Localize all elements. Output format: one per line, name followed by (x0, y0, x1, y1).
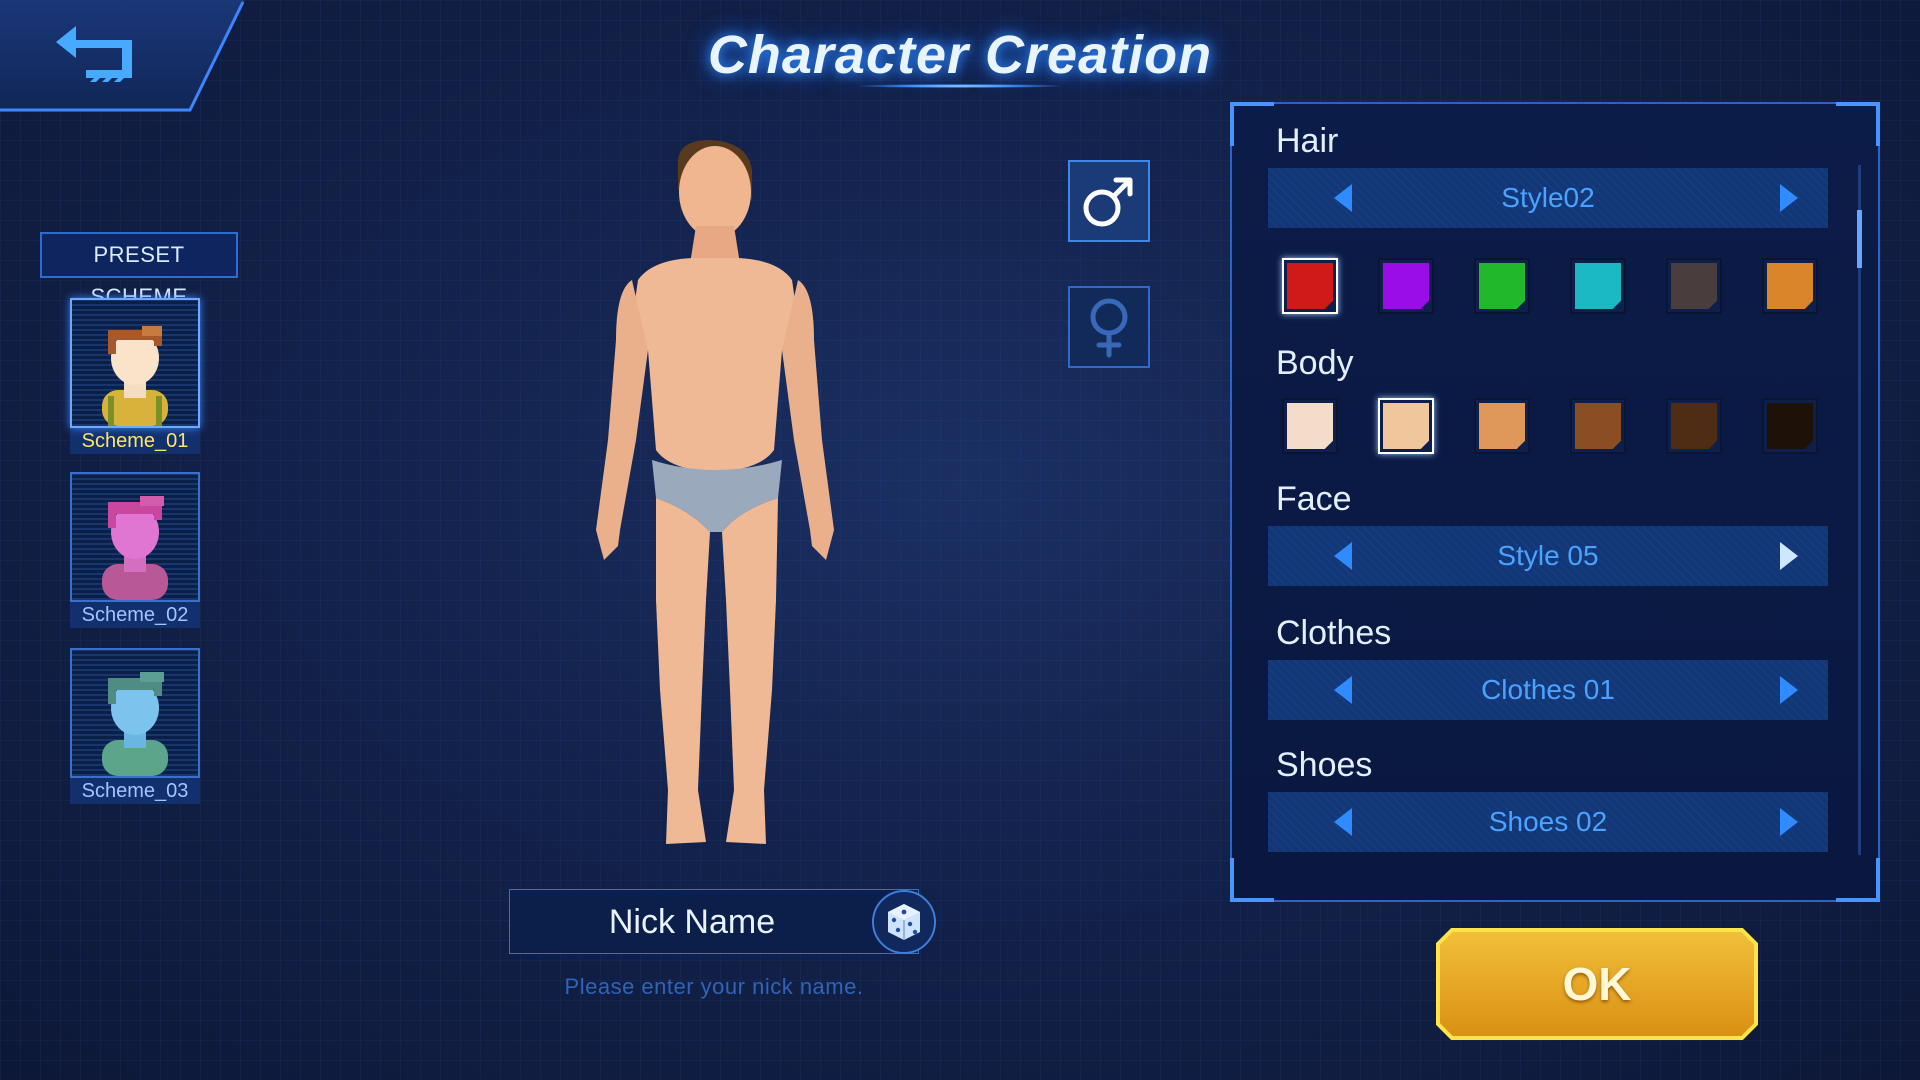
scheme-01-portrait (70, 298, 200, 428)
preset-scheme-label: PRESET SCHEME (40, 232, 238, 309)
face-style-value: Style 05 (1497, 540, 1599, 571)
hair-color-fill (1575, 263, 1621, 309)
scheme-03-portrait (70, 648, 200, 778)
nickname-field-frame (509, 889, 919, 955)
face-style-selector: Style 05 (1268, 526, 1828, 586)
body-color-swatch[interactable] (1282, 398, 1338, 454)
clothes-style-value: Clothes 01 (1481, 674, 1615, 705)
hair-color-swatch[interactable] (1762, 258, 1818, 314)
scheme-01-button[interactable]: Scheme_01 (70, 298, 200, 454)
body-color-fill (1671, 403, 1717, 449)
character-model (596, 140, 834, 844)
shoes-style-value: Shoes 02 (1488, 806, 1608, 837)
hair-next-arrow-icon[interactable] (1776, 184, 1800, 212)
face-next-arrow-icon[interactable] (1776, 542, 1800, 570)
random-name-button[interactable] (872, 890, 936, 954)
panel-corner (1836, 102, 1880, 146)
title-underline-glow (860, 84, 1060, 88)
scheme-02-portrait (70, 472, 200, 602)
scheme-01-name: Scheme_01 (70, 428, 200, 454)
clothes-style-selector: Clothes 01 (1268, 660, 1828, 720)
hair-color-swatch[interactable] (1666, 258, 1722, 314)
body-color-fill (1767, 403, 1813, 449)
hair-color-fill (1767, 263, 1813, 309)
avatar-icon (102, 672, 168, 776)
shoes-style-selector: Shoes 02 (1268, 792, 1828, 852)
body-color-swatch[interactable] (1762, 398, 1818, 454)
panel-scrollbar-thumb[interactable] (1857, 210, 1862, 268)
scheme-03-name: Scheme_03 (70, 778, 200, 804)
hair-color-swatch[interactable] (1282, 258, 1338, 314)
panel-corner (1230, 858, 1274, 902)
avatar-icon (102, 326, 168, 426)
hair-color-swatch[interactable] (1474, 258, 1530, 314)
avatar-icon (102, 496, 168, 600)
scheme-03-button[interactable]: Scheme_03 (70, 648, 200, 804)
ok-label: OK (1562, 958, 1632, 1010)
body-label: Body (1276, 344, 1354, 382)
panel-corner (1836, 858, 1880, 902)
body-color-swatch[interactable] (1378, 398, 1434, 454)
body-color-fill (1383, 403, 1429, 449)
hair-color-fill (1287, 263, 1333, 309)
hair-color-swatch[interactable] (1378, 258, 1434, 314)
hair-color-fill (1671, 263, 1717, 309)
hair-color-fill (1383, 263, 1429, 309)
body-color-swatch[interactable] (1474, 398, 1530, 454)
hair-style-value: Style02 (1501, 182, 1595, 213)
page-title: Character Creation (707, 25, 1213, 85)
body-color-swatch[interactable] (1666, 398, 1722, 454)
clothes-next-arrow-icon[interactable] (1776, 676, 1800, 704)
nickname-input[interactable] (510, 890, 874, 955)
dice-icon (888, 904, 920, 940)
hair-color-swatch[interactable] (1570, 258, 1626, 314)
face-label: Face (1276, 480, 1352, 518)
panel-scrollbar[interactable] (1858, 165, 1861, 855)
hair-style-selector: Style02 (1268, 168, 1828, 228)
scheme-02-name: Scheme_02 (70, 602, 200, 628)
ok-button[interactable]: OK (1434, 926, 1760, 1042)
body-color-fill (1479, 403, 1525, 449)
body-color-fill (1575, 403, 1621, 449)
female-symbol-icon (1090, 298, 1128, 358)
panel-corner (1230, 102, 1274, 146)
female-gender-button[interactable] (1068, 286, 1150, 368)
shoes-label: Shoes (1276, 746, 1373, 784)
hair-color-fill (1479, 263, 1525, 309)
clothes-label: Clothes (1276, 614, 1392, 652)
male-gender-button[interactable] (1068, 160, 1150, 242)
scheme-02-button[interactable]: Scheme_02 (70, 472, 200, 628)
body-color-fill (1287, 403, 1333, 449)
nickname-hint: Please enter your nick name. (564, 974, 864, 999)
male-symbol-icon (1083, 177, 1133, 227)
body-color-swatch[interactable] (1570, 398, 1626, 454)
hair-label: Hair (1276, 122, 1339, 160)
shoes-next-arrow-icon[interactable] (1776, 808, 1800, 836)
